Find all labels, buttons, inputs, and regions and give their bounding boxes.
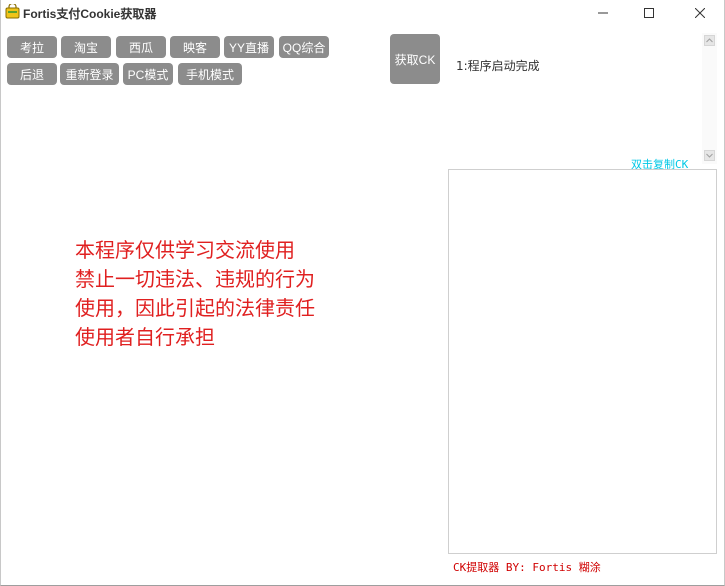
- yy-live-button[interactable]: YY直播: [224, 36, 274, 58]
- yingke-button[interactable]: 映客: [170, 36, 220, 58]
- maximize-icon: [644, 7, 654, 18]
- disclaimer-text: 本程序仅供学习交流使用 禁止一切违法、违规的行为 使用，因此引起的法律责任 使用…: [75, 238, 315, 349]
- window-title: Fortis支付Cookie获取器: [23, 7, 157, 21]
- chevron-up-icon: [706, 38, 713, 43]
- close-icon: [695, 7, 705, 18]
- log-line: 1:程序启动完成: [456, 59, 540, 73]
- minimize-icon: [598, 12, 608, 13]
- xigua-button[interactable]: 西瓜: [116, 36, 166, 58]
- scroll-up-arrow[interactable]: [704, 35, 715, 46]
- minimize-button[interactable]: [580, 0, 626, 25]
- footer-credit: CK提取器 BY: Fortis 糊涂: [453, 561, 601, 574]
- app-icon: [5, 4, 20, 19]
- qq-combined-button[interactable]: QQ综合: [279, 36, 329, 58]
- log-output[interactable]: 1:程序启动完成: [448, 33, 702, 161]
- chevron-down-icon: [706, 153, 713, 158]
- taobao-button[interactable]: 淘宝: [61, 36, 111, 58]
- pc-mode-button[interactable]: PC模式: [123, 63, 173, 85]
- close-button[interactable]: [677, 0, 723, 25]
- get-ck-button[interactable]: 获取CK: [390, 34, 440, 84]
- title-bar[interactable]: Fortis支付Cookie获取器: [1, 0, 724, 25]
- maximize-button[interactable]: [626, 0, 672, 25]
- mobile-mode-button[interactable]: 手机模式: [178, 63, 242, 85]
- relogin-button[interactable]: 重新登录: [60, 63, 119, 85]
- kaola-button[interactable]: 考拉: [7, 36, 57, 58]
- ck-output-field[interactable]: [448, 169, 717, 554]
- app-window: Fortis支付Cookie获取器 考拉 淘宝 西瓜 映客 YY直播 QQ综合 …: [0, 0, 725, 586]
- log-scrollbar[interactable]: [702, 33, 717, 164]
- scroll-down-arrow[interactable]: [704, 150, 715, 161]
- back-button[interactable]: 后退: [7, 63, 57, 85]
